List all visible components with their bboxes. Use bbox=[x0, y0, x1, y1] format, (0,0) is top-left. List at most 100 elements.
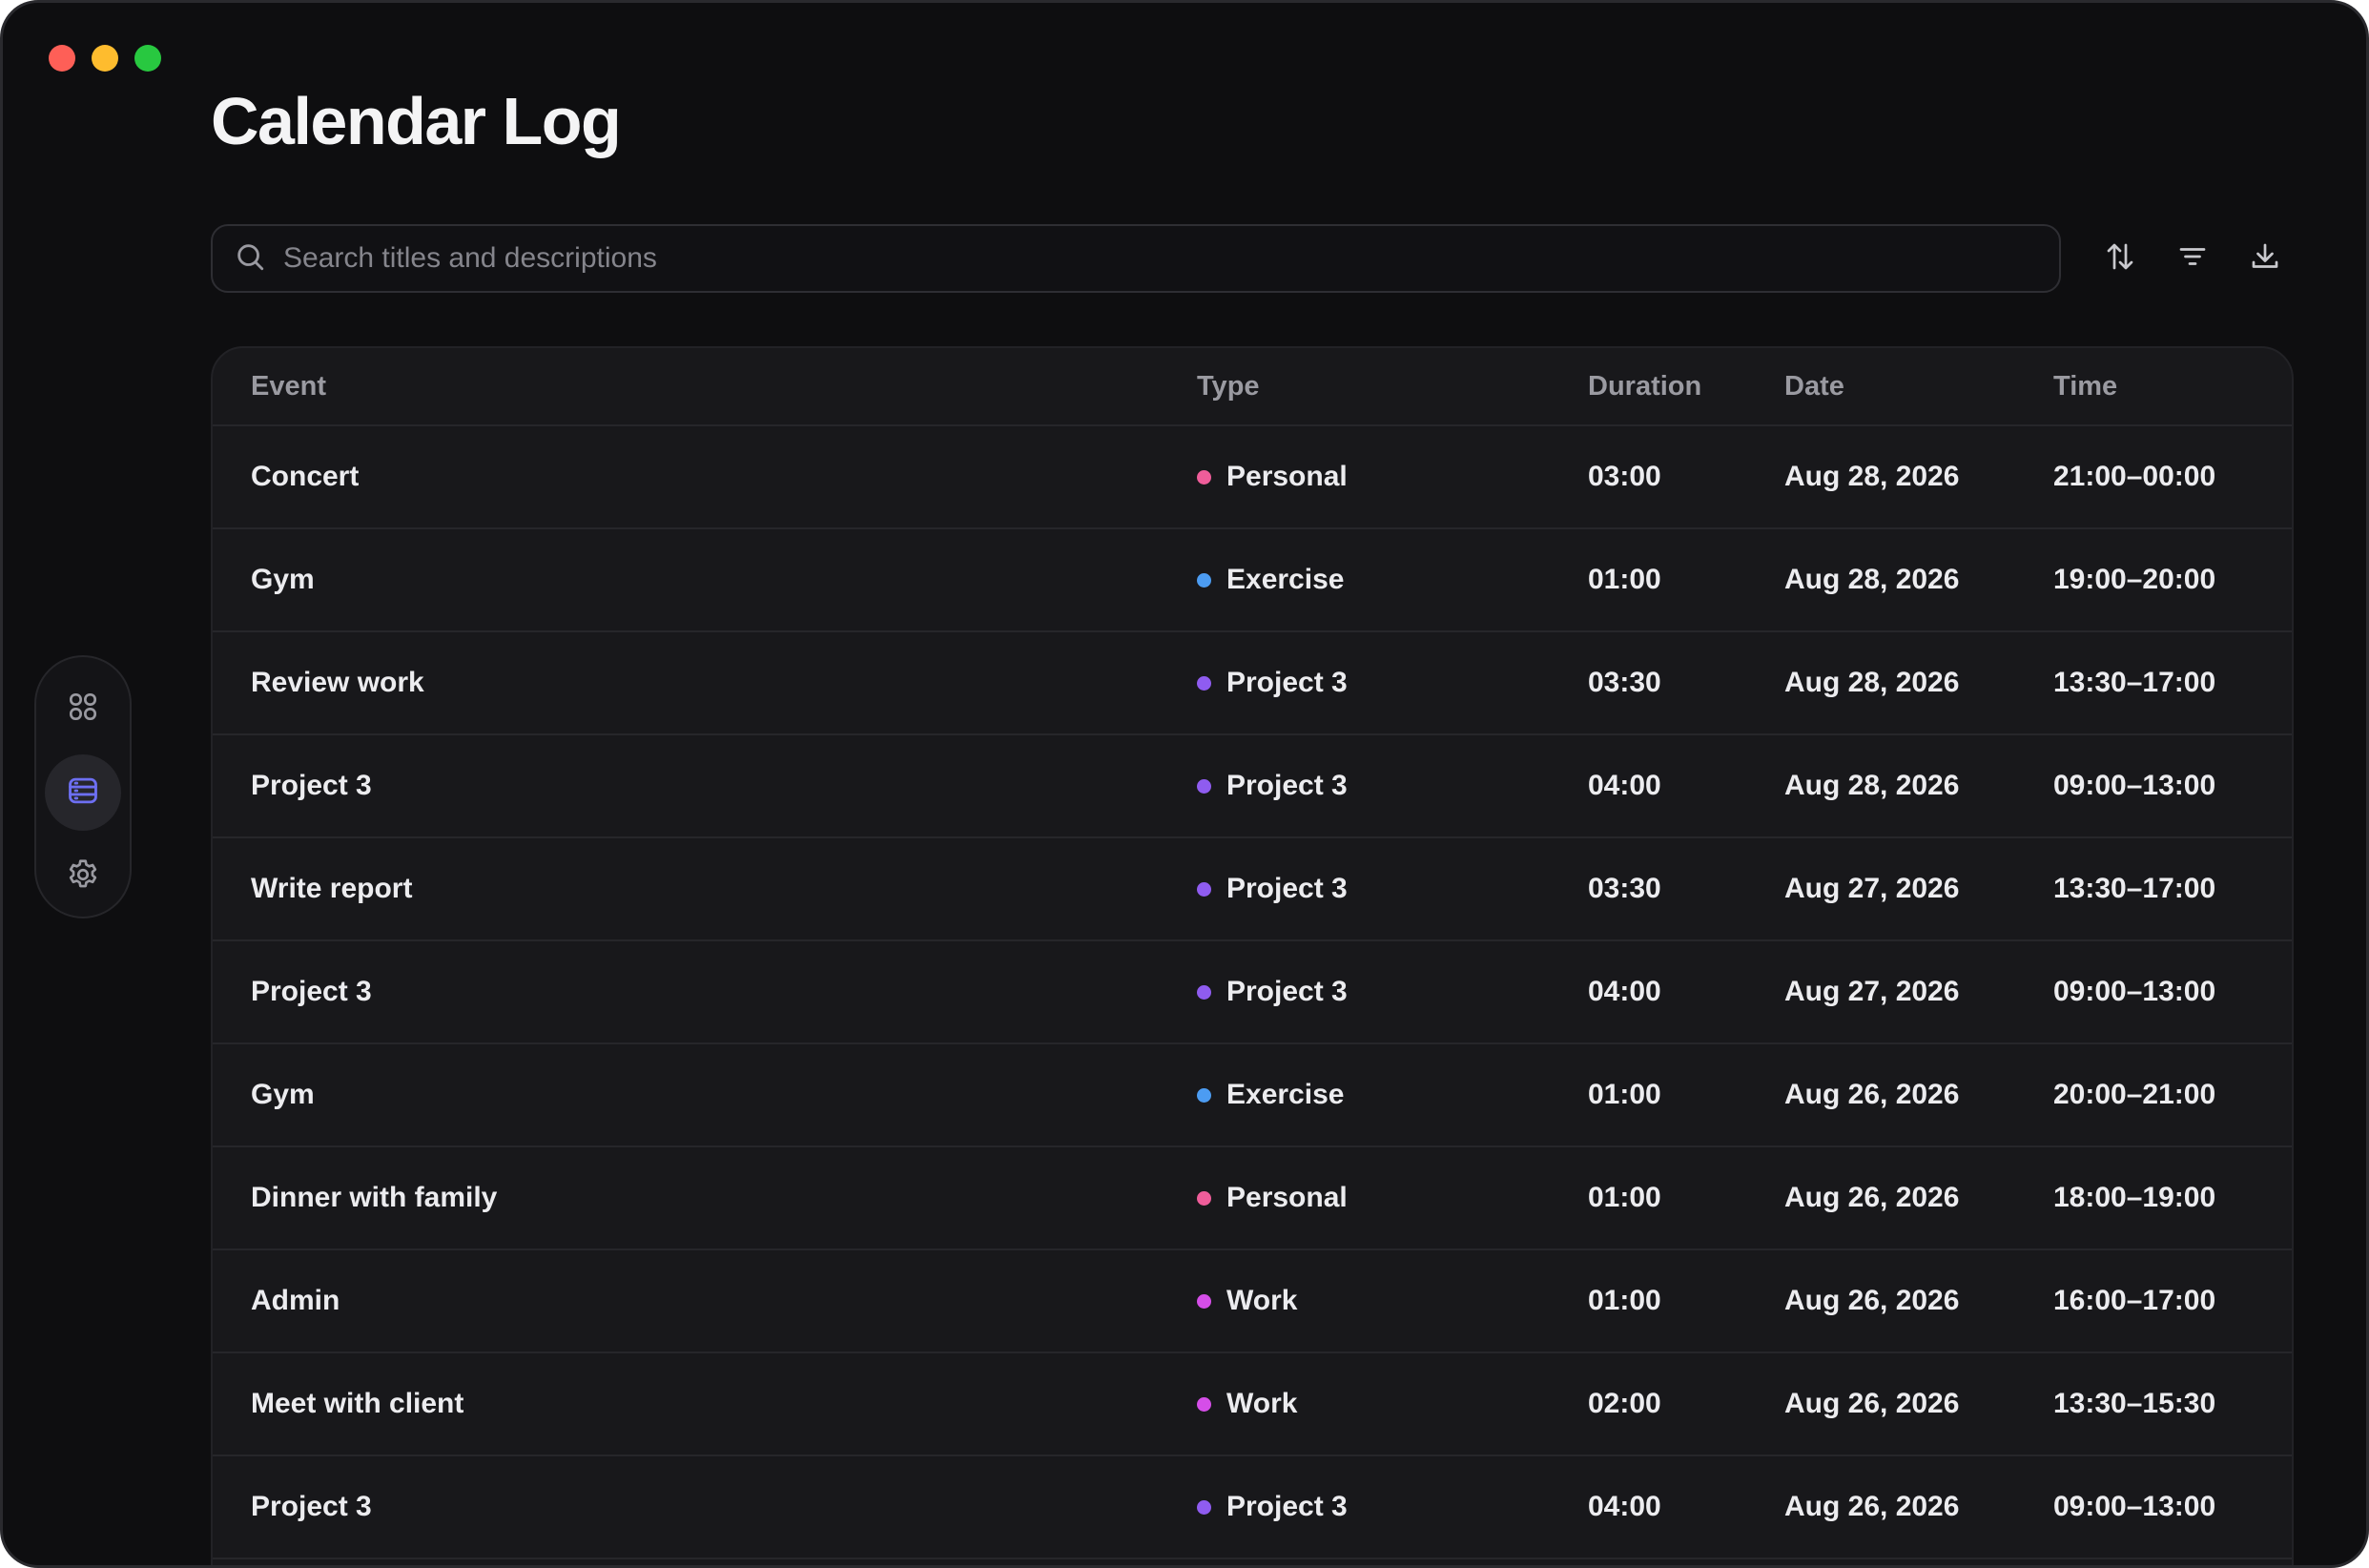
type-color-dot bbox=[1197, 1293, 1211, 1309]
type-color-dot bbox=[1197, 1499, 1211, 1515]
sort-icon bbox=[2103, 239, 2137, 279]
sidebar bbox=[34, 655, 132, 918]
event-type-label: Project 3 bbox=[1226, 667, 1348, 698]
close-window-button[interactable] bbox=[49, 45, 75, 72]
type-color-dot bbox=[1197, 469, 1211, 485]
table-row[interactable]: Gym Exercise 01:00 Aug 28, 2026 19:00–20:00 bbox=[213, 529, 2292, 632]
column-header-date[interactable]: Date bbox=[1784, 371, 1844, 402]
sidebar-item-log[interactable] bbox=[45, 754, 121, 831]
event-type-label: Project 3 bbox=[1226, 976, 1348, 1007]
event-time: 18:00–19:00 bbox=[2053, 1182, 2216, 1213]
event-time: 13:30–17:00 bbox=[2053, 667, 2216, 698]
app-window: Calendar Log Search titles and descripti… bbox=[0, 0, 2369, 1568]
event-date: Aug 28, 2026 bbox=[1784, 564, 1960, 595]
column-header-time[interactable]: Time bbox=[2053, 371, 2117, 402]
event-type: Project 3 bbox=[1197, 770, 1348, 802]
event-type-label: Project 3 bbox=[1226, 1491, 1348, 1522]
event-time: 13:30–15:30 bbox=[2053, 1388, 2216, 1419]
event-type: Project 3 bbox=[1197, 1491, 1348, 1523]
sidebar-item-settings[interactable] bbox=[45, 838, 121, 915]
event-type: Personal bbox=[1197, 1182, 1348, 1214]
download-icon bbox=[2248, 239, 2282, 279]
event-type: Project 3 bbox=[1197, 873, 1348, 905]
event-type: Exercise bbox=[1197, 1079, 1344, 1111]
event-time: 16:00–17:00 bbox=[2053, 1285, 2216, 1316]
event-duration: 01:00 bbox=[1588, 564, 1661, 595]
minimize-window-button[interactable] bbox=[92, 45, 118, 72]
page-title: Calendar Log bbox=[211, 84, 622, 158]
event-title: Gym bbox=[251, 564, 315, 595]
column-header-type[interactable]: Type bbox=[1197, 371, 1260, 402]
table-row[interactable]: Write report Project 3 03:30 Aug 27, 2026 13… bbox=[213, 838, 2292, 941]
type-color-dot bbox=[1197, 572, 1211, 588]
event-title: Write report bbox=[251, 873, 413, 904]
event-duration: 02:00 bbox=[1588, 1388, 1661, 1419]
event-type-label: Personal bbox=[1226, 461, 1348, 492]
event-date: Aug 26, 2026 bbox=[1784, 1491, 1960, 1522]
event-date: Aug 28, 2026 bbox=[1784, 667, 1960, 698]
event-duration: 03:30 bbox=[1588, 667, 1661, 698]
event-title: Meet with client bbox=[251, 1388, 464, 1419]
filter-icon bbox=[2175, 239, 2210, 279]
event-date: Aug 28, 2026 bbox=[1784, 461, 1960, 492]
event-type-label: Exercise bbox=[1226, 1079, 1345, 1110]
event-date: Aug 26, 2026 bbox=[1784, 1079, 1960, 1110]
table-row[interactable]: Meet with client Work 02:00 Aug 26, 2026 13:… bbox=[213, 1353, 2292, 1456]
event-duration: 01:00 bbox=[1588, 1079, 1661, 1110]
table-row[interactable]: Admin Work 01:00 Aug 26, 2026 16:00–17:00 bbox=[213, 1250, 2292, 1353]
calendar-log-table: Event Type Duration Date Time Concert Per… bbox=[211, 346, 2294, 1565]
table-row[interactable]: Dinner with family Personal 01:00 Aug 26, 2… bbox=[213, 1147, 2292, 1250]
table-header: Event Type Duration Date Time bbox=[213, 348, 2292, 426]
column-header-duration[interactable]: Duration bbox=[1588, 371, 1701, 402]
zoom-window-button[interactable] bbox=[134, 45, 161, 72]
event-title: Admin bbox=[251, 1285, 340, 1316]
list-icon bbox=[65, 773, 101, 814]
event-duration: 03:30 bbox=[1588, 873, 1661, 904]
column-header-event[interactable]: Event bbox=[251, 371, 326, 402]
type-color-dot bbox=[1197, 881, 1211, 897]
table-row[interactable]: Project 3 Project 3 04:00 Aug 28, 2026 09:00… bbox=[213, 735, 2292, 838]
event-time: 20:00–21:00 bbox=[2053, 1079, 2216, 1110]
event-time: 09:00–13:00 bbox=[2053, 1491, 2216, 1522]
event-duration: 01:00 bbox=[1588, 1285, 1661, 1316]
event-type: Project 3 bbox=[1197, 976, 1348, 1008]
event-type: Work bbox=[1197, 1285, 1297, 1317]
event-date: Aug 27, 2026 bbox=[1784, 873, 1960, 904]
event-type-label: Project 3 bbox=[1226, 873, 1348, 904]
event-type-label: Work bbox=[1226, 1388, 1298, 1419]
event-duration: 03:00 bbox=[1588, 461, 1661, 492]
event-date: Aug 26, 2026 bbox=[1784, 1388, 1960, 1419]
grid-icon bbox=[65, 689, 101, 730]
sidebar-item-dashboard[interactable] bbox=[45, 671, 121, 747]
table-row[interactable]: Project 3 Project 3 04:00 Aug 27, 2026 09:00… bbox=[213, 941, 2292, 1044]
event-title: Project 3 bbox=[251, 770, 372, 801]
event-title: Gym bbox=[251, 1079, 315, 1110]
window-controls bbox=[49, 45, 161, 72]
event-time: 19:00–20:00 bbox=[2053, 564, 2216, 595]
table-row[interactable]: Project 3 Project 3 04:00 Aug 26, 2026 09:00… bbox=[213, 1456, 2292, 1559]
type-color-dot bbox=[1197, 1087, 1211, 1103]
event-time: 21:00–00:00 bbox=[2053, 461, 2216, 492]
sort-button[interactable] bbox=[2097, 236, 2143, 281]
event-type-label: Personal bbox=[1226, 1182, 1348, 1213]
type-color-dot bbox=[1197, 1190, 1211, 1206]
event-duration: 04:00 bbox=[1588, 976, 1661, 1007]
search-bar[interactable] bbox=[211, 224, 2061, 293]
filter-button[interactable] bbox=[2170, 236, 2215, 281]
table-row[interactable]: Gym Exercise 01:00 Aug 26, 2026 20:00–21:00 bbox=[213, 1044, 2292, 1147]
event-time: 13:30–17:00 bbox=[2053, 873, 2216, 904]
table-row[interactable]: Review work Project 3 03:30 Aug 28, 2026 13:… bbox=[213, 632, 2292, 735]
table-row[interactable]: Concert Personal 03:00 Aug 28, 2026 21:00–00… bbox=[213, 426, 2292, 529]
event-type: Work bbox=[1197, 1388, 1297, 1420]
table-body: Concert Personal 03:00 Aug 28, 2026 21:00–00… bbox=[213, 426, 2292, 1559]
search-input[interactable] bbox=[283, 242, 2038, 275]
event-time: 09:00–13:00 bbox=[2053, 976, 2216, 1007]
download-button[interactable] bbox=[2242, 236, 2288, 281]
event-type-label: Exercise bbox=[1226, 564, 1345, 595]
event-date: Aug 28, 2026 bbox=[1784, 770, 1960, 801]
event-duration: 01:00 bbox=[1588, 1182, 1661, 1213]
event-title: Dinner with family bbox=[251, 1182, 498, 1213]
search-icon bbox=[234, 240, 266, 278]
event-date: Aug 27, 2026 bbox=[1784, 976, 1960, 1007]
type-color-dot bbox=[1197, 675, 1211, 691]
